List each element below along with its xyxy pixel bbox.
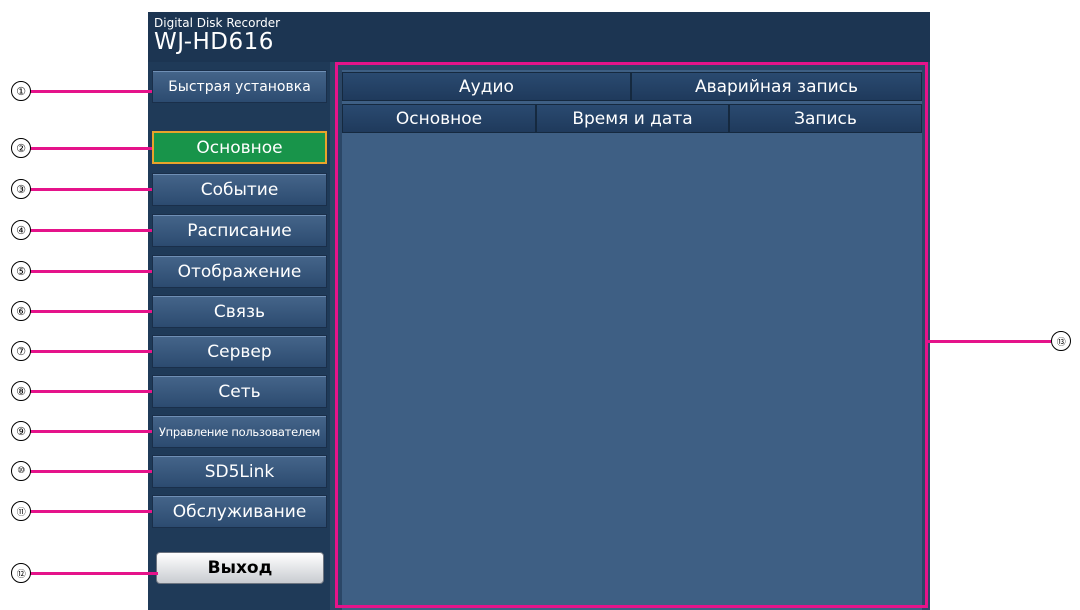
menu-display-button[interactable]: Отображение [152,255,327,288]
callout-marker-13: ⑬ [1051,331,1071,351]
callout-line-13 [928,340,1051,343]
menu-event-button[interactable]: Событие [152,173,327,206]
callout-line-8 [30,390,152,393]
callout-line-3 [30,188,152,191]
callout-marker-9: ⑨ [11,421,31,441]
callout-marker-5: ⑤ [11,261,31,281]
callout-marker-2: ② [11,138,31,158]
callout-marker-3: ③ [11,179,31,199]
setup-menu-sidebar: Быстрая установка Основное Событие Распи… [148,62,330,610]
callout-line-4 [30,229,152,232]
brand-subtitle: Digital Disk Recorder [154,16,281,30]
menu-communication-button[interactable]: Связь [152,295,327,328]
callout-line-2 [30,147,152,150]
menu-maintenance-button[interactable]: Обслуживание [152,495,327,528]
menu-sd5link-button[interactable]: SD5Link [152,455,327,488]
callout-marker-4: ④ [11,220,31,240]
model-name: WJ-HD616 [154,29,274,55]
callout-line-1 [30,90,152,93]
callout-marker-10: ⑩ [11,461,31,481]
callout-marker-12: ⑫ [11,563,31,583]
callout-marker-6: ⑥ [11,301,31,321]
callout-line-7 [30,350,152,353]
callout-line-10 [30,470,152,473]
callout-line-12 [30,572,158,575]
callout-marker-8: ⑧ [11,381,31,401]
exit-button[interactable]: Выход [156,552,324,584]
callout-marker-11: ⑪ [11,501,31,521]
callout-line-5 [30,270,152,273]
quick-setup-button[interactable]: Быстрая установка [152,70,327,103]
callout-line-11 [30,510,152,513]
content-area-highlight [335,62,928,608]
menu-user-management-button[interactable]: Управление пользователем [152,415,327,448]
callout-marker-7: ⑦ [11,341,31,361]
menu-network-button[interactable]: Сеть [152,375,327,408]
menu-schedule-button[interactable]: Расписание [152,214,327,247]
callout-line-6 [30,310,152,313]
header: Digital Disk Recorder WJ-HD616 [148,12,930,62]
callout-line-9 [30,430,152,433]
menu-server-button[interactable]: Сервер [152,335,327,368]
callout-marker-1: ① [11,81,31,101]
menu-basic-button[interactable]: Основное [152,131,327,164]
